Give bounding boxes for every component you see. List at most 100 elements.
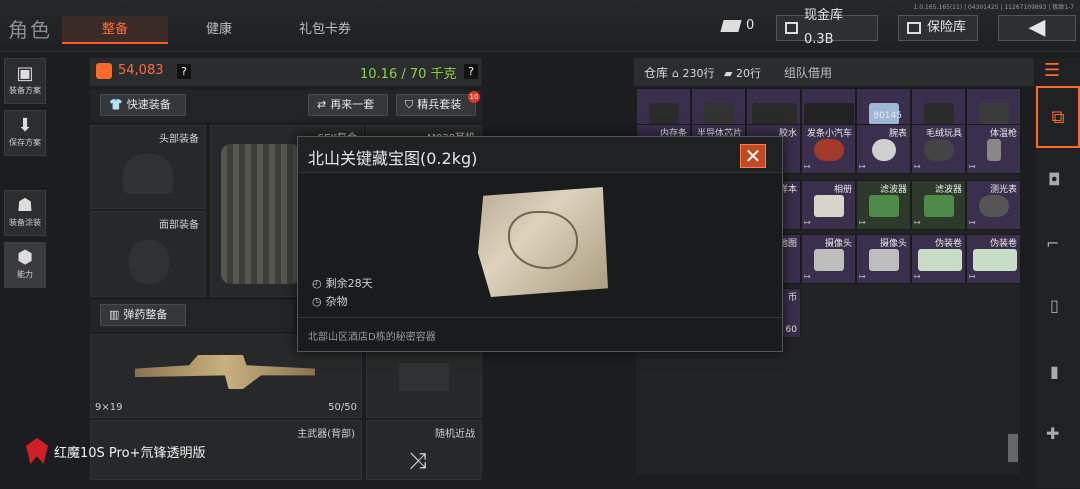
cash-vault-button[interactable]: 现金库 0.3B [776,8,878,47]
inventory-item[interactable]: 伪装卷 ↦ [966,234,1021,284]
head-slot[interactable]: 头部装备 [90,125,206,209]
inventory-item[interactable]: 测光表 ↦ [966,180,1021,230]
equip-again-button[interactable]: ⇄ 再来一套 [308,94,388,116]
backpack-tab-icon[interactable]: ◘ [1048,170,1061,189]
tab-loadout[interactable]: 整备 [62,16,168,44]
quick-equip-button[interactable]: 👕 快速装备 [100,94,186,116]
tab-gift-cards[interactable]: 礼包卡券 [270,16,380,44]
inventory-item[interactable]: 滤波器 ↦ [856,180,911,230]
vest-icon: ▣ [16,63,34,84]
category-icon: ◷ [312,294,322,308]
storage-rows: ⌂ 230行 [672,67,715,80]
top-bar: 角色 整备 健康 礼包卡券 1.0.165.165(11) | 04301425… [0,0,1080,52]
red-magic-logo-icon [26,438,48,464]
equip-again-label: 再来一套 [330,98,375,111]
money-value: 54,083 [118,63,164,78]
safe-vault-label: 保险库 [927,20,967,35]
bullet-tab-icon[interactable]: ▮ [1050,362,1059,381]
tab-team-borrow[interactable]: 组队借用 [784,64,832,81]
rail-skins[interactable]: ☗ 装备涂装 [4,190,46,236]
right-rail: ☰ ⧉ ◘ ⌐ ▯ ▮ ✚ [1036,58,1080,488]
modal-header: 北山关键藏宝图(0.2kg) ✕ [298,137,782,173]
layers-tab-icon[interactable]: ⧉ [1036,86,1080,148]
rail-label: 装备方案 [9,86,41,95]
brand-text: 红魔10S Pro+氘锋透明版 [54,445,206,461]
inventory-item[interactable]: 体温枪 ↦ [966,124,1021,174]
inventory-scrollbar[interactable] [1008,434,1018,462]
elite-badge: 10 [468,91,480,103]
helmet-placeholder-icon [123,154,173,194]
inventory-item[interactable]: 摄像头 ↦ [801,234,856,284]
rail-save-plan[interactable]: ⬇ 保存方案 [4,110,46,156]
download-icon: ⬇ [17,115,33,136]
help-icon[interactable]: ? [464,64,478,79]
loadout-actions: 👕 快速装备 ⇄ 再来一套 ⛉ 精兵套装 10 [90,90,482,122]
inventory-item[interactable]: 腕表 ↦ [856,124,911,174]
modal-description: 北部山区酒店D栋的秘密容器 [298,317,782,351]
inventory-item[interactable]: 摄像头 ↦ [856,234,911,284]
rifle-ammo: 9×19 [95,402,123,413]
close-button[interactable]: ✕ [740,144,766,168]
item-category: ◷ 杂物 [312,294,348,309]
shirt-icon: 👕 [109,98,123,111]
medkit-tab-icon[interactable]: ✚ [1046,424,1059,443]
coupon-icon [720,19,742,32]
random-melee-slot[interactable]: 随机近战 ⤨ [366,420,482,480]
inventory-item[interactable]: 发条小汽车 ↦ [801,124,856,174]
elite-suit-label: 精兵套装 [417,98,462,111]
shuffle-icon: ⤨ [409,449,427,474]
repeat-icon: ⇄ [317,98,327,111]
stack-icon[interactable]: ☰ [1044,60,1060,81]
version-text: 1.0.165.165(11) | 04301425 | 11267109893… [913,4,1074,11]
inventory-item[interactable]: 相册 ↦ [801,180,856,230]
elite-suit-button[interactable]: ⛉ 精兵套装 [396,94,476,116]
loadout-status-bar: 54,083 ? 10.16 / 70 千克 ? [90,58,482,86]
ammo-prep-label: 弹药整备 [123,308,168,321]
backpack-icon [96,63,112,79]
help-icon[interactable]: ? [177,64,191,79]
armor-vest-image [221,144,301,284]
safe-icon [907,22,921,34]
rail-label: 保存方案 [9,138,41,147]
inventory-item[interactable]: 毛绒玩具 ↦ [911,124,966,174]
quick-equip-label: 快速装备 [126,98,171,111]
random-melee-label: 随机近战 [435,429,475,440]
rail-loadout-plan[interactable]: ▣ 装备方案 [4,58,46,104]
head-slot-label: 头部装备 [159,134,199,145]
inventory-header: 仓库 ⌂ 230行 ▰ 20行 组队借用 [634,58,1034,86]
rifle-tab-icon[interactable]: ⌐ [1046,234,1059,253]
coupon-count: 0 [746,18,755,33]
weight-value: 10.16 / 70 千克 [360,67,457,82]
back-button[interactable]: ◀ [998,15,1076,41]
rifle-count: 50/50 [328,402,357,413]
safe-vault-button[interactable]: 保险库 [898,15,978,41]
rail-label: 装备涂装 [9,218,41,227]
face-slot-label: 面部装备 [159,220,199,231]
treasure-map-image [478,187,608,297]
modal-title: 北山关键藏宝图(0.2kg) [308,149,478,168]
inventory-item[interactable]: 伪装卷 ↦ [911,234,966,284]
sub-rows: ▰ 20行 [724,67,761,80]
mask-placeholder-icon [129,240,169,284]
tab-storage[interactable]: 仓库 [644,64,668,81]
tab-health[interactable]: 健康 [176,16,262,44]
face-slot[interactable]: 面部装备 [90,211,206,297]
ammo-icon: ▥ [109,308,120,321]
cash-icon [785,22,798,34]
inventory-item[interactable]: 滤波器 ↦ [911,180,966,230]
pistol-placeholder-icon [399,363,449,391]
page-title: 角色 [8,18,52,42]
rifle-image [135,355,315,389]
shield-icon: ⛉ [405,98,414,111]
rail-ability[interactable]: ⬢ 能力 [4,242,46,288]
coupon-counter: 0 [720,18,755,33]
helmet-icon: ☗ [16,195,34,216]
ammo-prep-button[interactable]: ▥ 弹药整备 [100,304,186,326]
clock-icon: ◴ [312,276,322,290]
cash-vault-label: 现金库 0.3B [803,8,843,47]
device-brand: 红魔10S Pro+氘锋透明版 [26,438,205,464]
magazine-tab-icon[interactable]: ▯ [1050,296,1059,315]
rail-label: 能力 [17,270,33,279]
ability-icon: ⬢ [17,247,33,268]
item-detail-modal: 北山关键藏宝图(0.2kg) ✕ ◴ 剩余28天 ◷ 杂物 北部山区酒店D栋的秘… [297,136,783,352]
